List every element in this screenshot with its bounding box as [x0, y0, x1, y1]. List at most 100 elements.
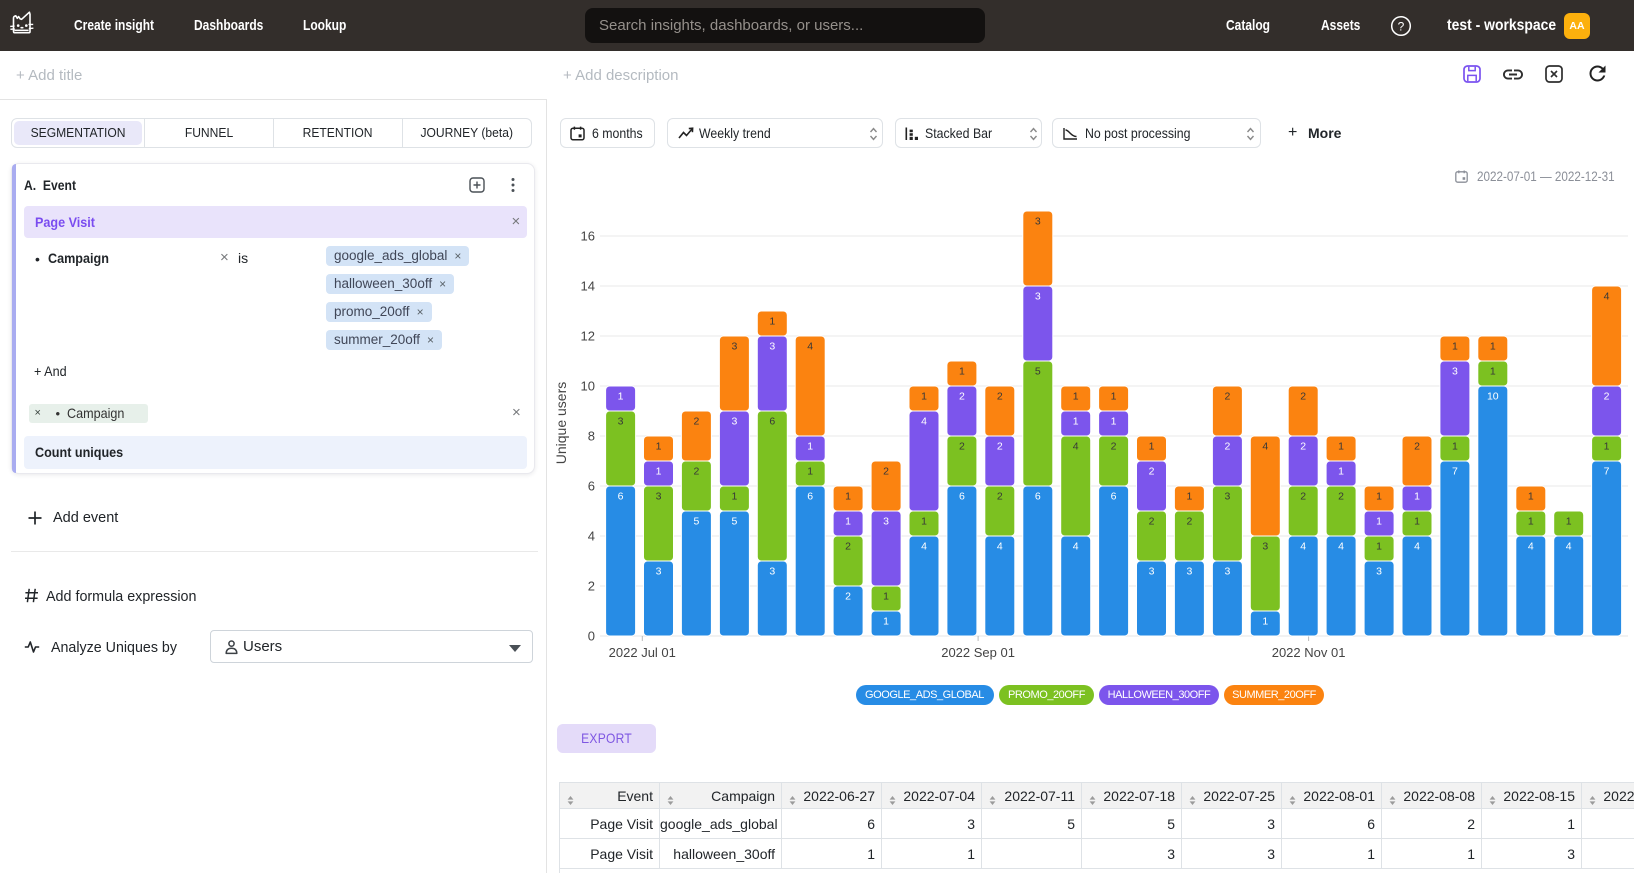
- svg-text:3: 3: [1035, 216, 1041, 228]
- svg-text:2: 2: [1604, 391, 1610, 403]
- svg-text:2: 2: [1149, 516, 1155, 528]
- svg-text:2: 2: [959, 441, 965, 453]
- svg-text:2: 2: [1224, 441, 1230, 453]
- svg-text:1: 1: [921, 391, 927, 403]
- svg-text:1: 1: [1186, 491, 1192, 503]
- svg-text:3: 3: [1186, 566, 1192, 578]
- svg-text:1: 1: [1490, 366, 1496, 378]
- svg-text:16: 16: [581, 229, 595, 244]
- svg-text:6: 6: [1111, 491, 1117, 503]
- svg-text:10: 10: [1487, 391, 1499, 403]
- svg-text:6: 6: [1035, 491, 1041, 503]
- svg-text:3: 3: [1224, 566, 1230, 578]
- svg-text:2022 Nov 01: 2022 Nov 01: [1272, 645, 1346, 660]
- svg-text:4: 4: [921, 541, 927, 553]
- svg-text:3: 3: [656, 491, 662, 503]
- svg-text:2022 Sep 01: 2022 Sep 01: [941, 645, 1015, 660]
- svg-text:1: 1: [1262, 616, 1268, 628]
- svg-text:1: 1: [1490, 341, 1496, 353]
- svg-text:2: 2: [1414, 441, 1420, 453]
- svg-text:0: 0: [588, 629, 595, 644]
- svg-text:1: 1: [959, 366, 965, 378]
- svg-text:1: 1: [731, 491, 737, 503]
- svg-text:1: 1: [769, 316, 775, 328]
- svg-text:3: 3: [1035, 291, 1041, 303]
- svg-text:4: 4: [807, 341, 813, 353]
- svg-text:4: 4: [1300, 541, 1306, 553]
- svg-text:1: 1: [1452, 341, 1458, 353]
- svg-text:1: 1: [1528, 491, 1534, 503]
- svg-text:3: 3: [1224, 491, 1230, 503]
- svg-text:3: 3: [656, 566, 662, 578]
- svg-text:1: 1: [1376, 491, 1382, 503]
- svg-text:4: 4: [1338, 541, 1344, 553]
- svg-text:1: 1: [883, 616, 889, 628]
- svg-text:1: 1: [1073, 391, 1079, 403]
- svg-text:2: 2: [845, 541, 851, 553]
- svg-text:4: 4: [1262, 441, 1268, 453]
- svg-text:4: 4: [1414, 541, 1420, 553]
- svg-text:1: 1: [883, 591, 889, 603]
- svg-text:4: 4: [921, 416, 927, 428]
- svg-text:?: ?: [1398, 19, 1405, 33]
- svg-text:3: 3: [1262, 541, 1268, 553]
- svg-text:2: 2: [997, 391, 1003, 403]
- svg-text:4: 4: [1073, 541, 1079, 553]
- svg-text:2: 2: [1186, 516, 1192, 528]
- svg-text:14: 14: [581, 279, 595, 294]
- svg-text:1: 1: [1111, 391, 1117, 403]
- svg-text:2: 2: [1300, 491, 1306, 503]
- svg-text:3: 3: [731, 341, 737, 353]
- svg-text:7: 7: [1604, 466, 1610, 478]
- svg-text:1: 1: [1566, 516, 1572, 528]
- svg-text:4: 4: [1073, 441, 1079, 453]
- svg-text:6: 6: [618, 491, 624, 503]
- svg-text:4: 4: [588, 529, 595, 544]
- svg-text:10: 10: [581, 379, 595, 394]
- svg-text:4: 4: [1528, 541, 1534, 553]
- svg-text:4: 4: [1604, 291, 1610, 303]
- svg-text:7: 7: [1452, 466, 1458, 478]
- svg-text:1: 1: [1414, 516, 1420, 528]
- svg-text:1: 1: [1111, 416, 1117, 428]
- svg-text:12: 12: [581, 329, 595, 344]
- svg-text:1: 1: [845, 516, 851, 528]
- svg-text:6: 6: [807, 491, 813, 503]
- svg-text:1: 1: [1414, 491, 1420, 503]
- svg-text:2: 2: [883, 466, 889, 478]
- svg-text:3: 3: [769, 566, 775, 578]
- svg-text:1: 1: [845, 491, 851, 503]
- svg-text:1: 1: [1528, 516, 1534, 528]
- svg-text:6: 6: [959, 491, 965, 503]
- svg-text:1: 1: [1338, 441, 1344, 453]
- svg-text:3: 3: [1452, 366, 1458, 378]
- svg-text:3: 3: [731, 416, 737, 428]
- svg-text:2: 2: [1338, 491, 1344, 503]
- svg-text:2: 2: [1224, 391, 1230, 403]
- svg-text:2022 Jul 01: 2022 Jul 01: [609, 645, 676, 660]
- svg-text:1: 1: [1338, 466, 1344, 478]
- svg-text:5: 5: [731, 516, 737, 528]
- svg-text:2: 2: [997, 491, 1003, 503]
- svg-text:6: 6: [588, 479, 595, 494]
- svg-text:2: 2: [1300, 441, 1306, 453]
- svg-text:2: 2: [693, 466, 699, 478]
- svg-text:2: 2: [588, 579, 595, 594]
- svg-text:5: 5: [1035, 366, 1041, 378]
- svg-text:1: 1: [618, 391, 624, 403]
- svg-text:3: 3: [769, 341, 775, 353]
- svg-text:1: 1: [1452, 441, 1458, 453]
- svg-text:8: 8: [588, 429, 595, 444]
- svg-text:2: 2: [693, 416, 699, 428]
- svg-text:1: 1: [1149, 441, 1155, 453]
- svg-text:6: 6: [769, 416, 775, 428]
- svg-text:1: 1: [656, 441, 662, 453]
- svg-text:2: 2: [959, 391, 965, 403]
- svg-text:3: 3: [1149, 566, 1155, 578]
- svg-text:2: 2: [845, 591, 851, 603]
- svg-text:4: 4: [997, 541, 1003, 553]
- svg-text:2: 2: [1149, 466, 1155, 478]
- svg-text:1: 1: [1376, 516, 1382, 528]
- svg-text:1: 1: [1073, 416, 1079, 428]
- svg-text:2: 2: [1111, 441, 1117, 453]
